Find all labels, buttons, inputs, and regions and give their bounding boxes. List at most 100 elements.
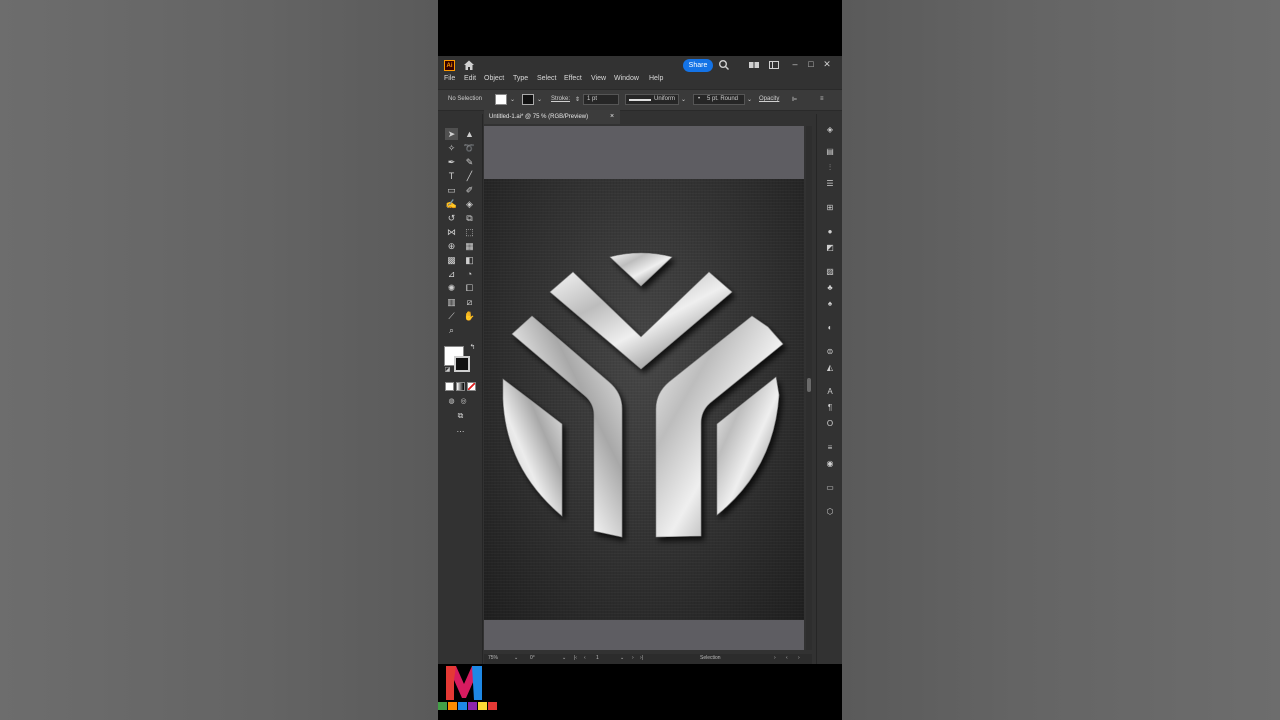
- menu-select[interactable]: Select: [537, 75, 556, 82]
- opentype-icon[interactable]: O: [824, 418, 836, 430]
- swap-fill-stroke-icon[interactable]: ↰: [466, 342, 479, 354]
- symbols-icon[interactable]: ♣: [824, 282, 836, 294]
- artboard[interactable]: [484, 179, 804, 620]
- eyedropper-tool-icon[interactable]: ⊿: [445, 268, 458, 280]
- pen-tool-icon[interactable]: ✒: [445, 156, 458, 168]
- stroke-weight-field[interactable]: 1 pt: [583, 94, 619, 105]
- gradient-mode-icon[interactable]: [456, 382, 465, 391]
- menu-window[interactable]: Window: [614, 75, 639, 82]
- stroke-dropdown-icon[interactable]: ⌄: [537, 96, 542, 103]
- symbol-sprayer-tool-icon[interactable]: ✺: [445, 282, 458, 294]
- curvature-tool-icon[interactable]: ✎: [463, 156, 476, 168]
- gradient-panel-icon[interactable]: ▭: [824, 482, 836, 494]
- menu-edit[interactable]: Edit: [464, 75, 476, 82]
- prev-artboard-icon[interactable]: ‹: [584, 655, 586, 661]
- last-artboard-icon[interactable]: ›|: [640, 655, 643, 661]
- artboard-dropdown-icon[interactable]: ⌄: [620, 655, 624, 661]
- vertical-scrollbar[interactable]: [806, 126, 812, 650]
- transparency-icon[interactable]: ◉: [824, 458, 836, 470]
- panel-menu-icon[interactable]: ≡: [820, 96, 824, 102]
- next-artboard-icon[interactable]: ›: [632, 655, 634, 661]
- brush-select[interactable]: • 5 pt. Round: [693, 94, 745, 105]
- appearance-icon[interactable]: ◐: [824, 322, 836, 334]
- libraries-icon[interactable]: ▤: [824, 146, 836, 158]
- column-graph-tool-icon[interactable]: ▥: [445, 296, 458, 308]
- document-tab[interactable]: Untitled-1.ai* @ 75 % (RGB/Preview): [484, 110, 620, 124]
- zoom-tool-icon[interactable]: ⌕: [445, 324, 458, 336]
- rotation-dropdown-icon[interactable]: ⌄: [562, 655, 566, 661]
- lasso-tool-icon[interactable]: ➰: [463, 142, 476, 154]
- image-trace-icon[interactable]: ⊜: [824, 346, 836, 358]
- direct-selection-tool-icon[interactable]: ▲: [463, 128, 476, 140]
- status-menu-icon[interactable]: ›: [774, 655, 776, 661]
- scroll-left-icon[interactable]: ‹: [786, 655, 788, 661]
- layers-icon[interactable]: ◈: [824, 124, 836, 136]
- paragraph-icon[interactable]: ¶: [824, 402, 836, 414]
- rotation-value[interactable]: 0°: [530, 655, 535, 661]
- arrange-documents-icon[interactable]: [748, 59, 760, 71]
- rectangle-tool-icon[interactable]: ▭: [445, 184, 458, 196]
- gradient-tool-icon[interactable]: ◧: [463, 254, 476, 266]
- free-transform-tool-icon[interactable]: ⬚: [463, 226, 476, 238]
- knife-tool-icon[interactable]: ⟋: [445, 310, 458, 322]
- width-tool-icon[interactable]: ⋈: [445, 226, 458, 238]
- shape-builder-tool-icon[interactable]: ⊕: [445, 240, 458, 252]
- slice-tool-icon[interactable]: ⧄: [463, 296, 476, 308]
- home-icon[interactable]: [463, 59, 475, 71]
- menu-view[interactable]: View: [591, 75, 606, 82]
- eraser-tool-icon[interactable]: ◈: [463, 198, 476, 210]
- magic-wand-tool-icon[interactable]: ✧: [445, 142, 458, 154]
- zoom-dropdown-icon[interactable]: ⌄: [514, 655, 518, 661]
- asset-export-icon[interactable]: ◭: [824, 362, 836, 374]
- minimize-icon[interactable]: –: [788, 57, 802, 71]
- stroke-swatch[interactable]: [522, 94, 534, 105]
- paintbrush-tool-icon[interactable]: ✐: [463, 184, 476, 196]
- screen-mode-icon[interactable]: ⧉: [454, 410, 467, 422]
- perspective-grid-tool-icon[interactable]: ▦: [463, 240, 476, 252]
- document-tab-close-icon[interactable]: ×: [610, 110, 620, 124]
- scroll-right-icon[interactable]: ›: [798, 655, 800, 661]
- stroke-stepper-icon[interactable]: ⇕: [575, 96, 580, 103]
- swatches-icon[interactable]: ◩: [824, 242, 836, 254]
- document-canvas[interactable]: [484, 126, 804, 650]
- properties-icon[interactable]: ☰: [824, 178, 836, 190]
- none-mode-icon[interactable]: [467, 382, 476, 391]
- scroll-thumb[interactable]: [807, 378, 811, 392]
- stroke-profile-select[interactable]: Uniform: [625, 94, 679, 105]
- align-panel-icon[interactable]: ⫶: [824, 162, 836, 174]
- graphic-styles-icon[interactable]: ♠: [824, 298, 836, 310]
- hand-tool-icon[interactable]: ✋: [463, 310, 476, 322]
- workspace-switcher-icon[interactable]: [768, 59, 780, 71]
- zoom-level[interactable]: 75%: [488, 655, 498, 661]
- transform-icon[interactable]: ⊞: [824, 202, 836, 214]
- first-artboard-icon[interactable]: |‹: [574, 655, 577, 661]
- menu-help[interactable]: Help: [649, 75, 663, 82]
- menu-effect[interactable]: Effect: [564, 75, 582, 82]
- default-colors-icon[interactable]: ◪: [441, 364, 454, 376]
- share-button[interactable]: Share: [683, 59, 713, 72]
- rotate-tool-icon[interactable]: ↺: [445, 212, 458, 224]
- menu-object[interactable]: Object: [484, 75, 504, 82]
- stroke-profile-dropdown-icon[interactable]: ⌄: [681, 96, 686, 103]
- brush-dropdown-icon[interactable]: ⌄: [747, 96, 752, 103]
- artboard-tool-icon[interactable]: ⧠: [463, 282, 476, 294]
- scale-tool-icon[interactable]: ⧉: [463, 212, 476, 224]
- character-icon[interactable]: A: [824, 386, 836, 398]
- menu-type[interactable]: Type: [513, 75, 528, 82]
- mesh-tool-icon[interactable]: ▩: [445, 254, 458, 266]
- color-mode-icon[interactable]: [445, 382, 454, 391]
- more-tools-icon[interactable]: ⋯: [454, 426, 467, 438]
- draw-behind-icon[interactable]: ◎: [457, 396, 470, 408]
- artboard-number[interactable]: 1: [596, 655, 599, 661]
- opacity-label[interactable]: Opacity: [759, 96, 779, 102]
- search-icon[interactable]: [718, 59, 730, 71]
- stroke-label[interactable]: Stroke:: [551, 96, 570, 102]
- fill-swatch[interactable]: [495, 94, 507, 105]
- type-tool-icon[interactable]: T: [445, 170, 458, 182]
- selection-tool-icon[interactable]: ➤: [445, 128, 458, 140]
- stroke-panel-icon[interactable]: ≡: [824, 442, 836, 454]
- align-icon[interactable]: ⊫: [792, 96, 797, 103]
- fill-dropdown-icon[interactable]: ⌄: [510, 96, 515, 103]
- stroke-color-box[interactable]: [454, 356, 470, 372]
- shaper-tool-icon[interactable]: ✍: [445, 198, 458, 210]
